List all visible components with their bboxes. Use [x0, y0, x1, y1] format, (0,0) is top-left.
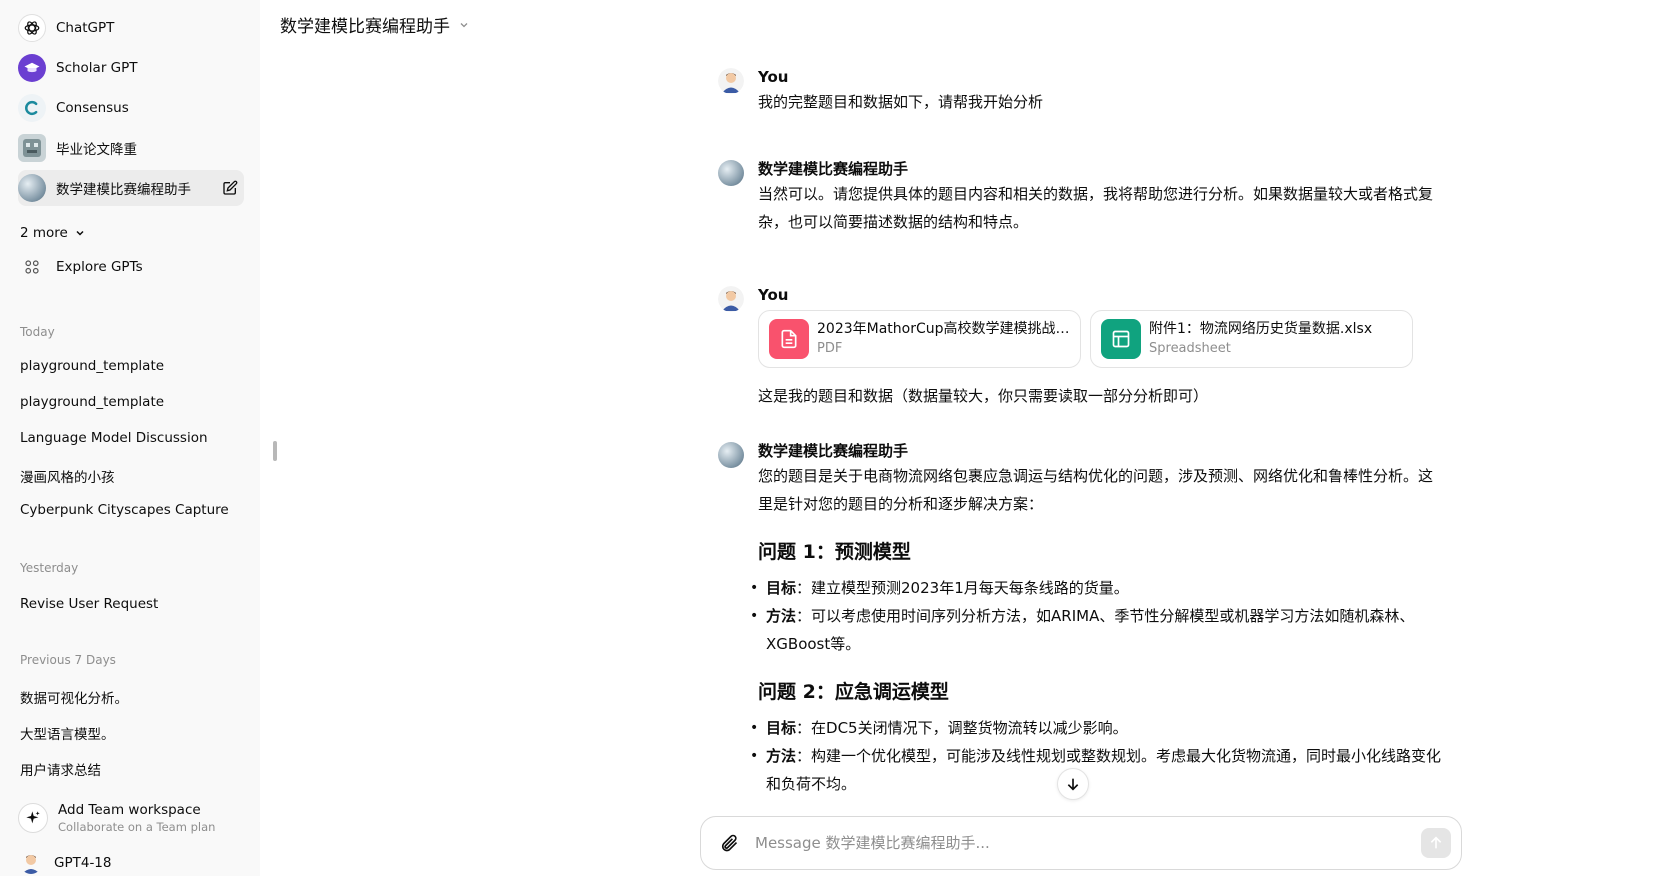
robot-avatar-icon — [18, 134, 46, 162]
user-avatar — [718, 68, 744, 94]
sidebar-item-thesis-rewrite[interactable]: 毕业论文降重 — [18, 130, 244, 166]
sidebar-item-consensus[interactable]: Consensus — [18, 90, 244, 126]
assistant-message: 数学建模比赛编程助手 您的题目是关于电商物流网络包裹应急调运与结构优化的问题，涉… — [718, 440, 1442, 798]
section-previous-7-days: Previous 7 Days — [20, 653, 116, 667]
message-text: 我的完整题目和数据如下，请帮我开始分析 — [758, 93, 1044, 111]
arrow-down-icon — [1067, 778, 1079, 791]
add-team-workspace-button[interactable]: Add Team workspace Collaborate on a Team… — [18, 796, 244, 840]
paperclip-icon[interactable] — [717, 831, 741, 855]
sidebar-resize-handle[interactable] — [273, 441, 277, 461]
list-item: 方法：构建一个优化模型，可能涉及线性规划或整数规划。考虑最大化货物流通，同时最小… — [750, 742, 1442, 798]
sidebar-item-label: Scholar GPT — [56, 60, 138, 76]
gpt-avatar-icon — [18, 174, 46, 202]
attachment-type: Spreadsheet — [1149, 341, 1231, 356]
chevron-down-icon — [76, 230, 84, 236]
scholar-cap-icon — [18, 54, 46, 82]
gpt-avatar-icon — [718, 442, 744, 468]
explore-gpts-label: Explore GPTs — [56, 259, 143, 275]
list-item: 目标：建立模型预测2023年1月每天每条线路的货量。 — [750, 574, 1442, 602]
message-input[interactable] — [755, 834, 1395, 852]
attachment-name: 2023年MathorCup高校数学建模挑战赛... — [817, 321, 1072, 337]
openai-logo-icon — [18, 14, 46, 42]
list-item: 目标：在DC5关闭情况下，调整货物流转以减少影响。 — [750, 714, 1442, 742]
message-author: 数学建模比赛编程助手 — [758, 160, 909, 178]
sidebar-item-chatgpt[interactable]: ChatGPT — [18, 10, 244, 46]
message-author: 数学建模比赛编程助手 — [758, 442, 909, 460]
attachment-type: PDF — [817, 341, 843, 356]
consensus-c-icon — [18, 94, 46, 122]
sidebar-item-label: ChatGPT — [56, 20, 115, 36]
bullet-list: 目标：在DC5关闭情况下，调整货物流转以减少影响。 方法：构建一个优化模型，可能… — [750, 714, 1442, 798]
history-item[interactable]: 漫画风格的小孩 — [20, 466, 240, 486]
history-item[interactable]: Language Model Discussion — [20, 430, 240, 446]
sparkle-icon — [18, 803, 48, 833]
message-text: 当然可以。请您提供具体的题目内容和相关的数据，我将帮助您进行分析。如果数据量较大… — [758, 185, 1434, 231]
message-text: 这是我的题目和数据（数据量较大，你只需要读取一部分分析即可） — [758, 387, 1209, 405]
document-icon — [769, 319, 809, 359]
assistant-message: 数学建模比赛编程助手 当然可以。请您提供具体的题目内容和相关的数据，我将帮助您进… — [718, 158, 1442, 236]
message-composer — [700, 816, 1462, 870]
user-avatar — [718, 286, 744, 312]
edit-icon[interactable] — [220, 178, 240, 198]
history-item[interactable]: 大型语言模型。 — [20, 723, 240, 743]
sidebar-item-label: 毕业论文降重 — [56, 142, 137, 158]
spreadsheet-icon — [1101, 319, 1141, 359]
arrow-up-icon — [1430, 836, 1442, 849]
section-heading: 问题 2：应急调运模型 — [758, 681, 949, 703]
grid-dots-icon — [18, 253, 46, 281]
gpt-avatar-icon — [718, 160, 744, 186]
attachment-spreadsheet[interactable]: 附件1：物流网络历史货量数据.xlsx Spreadsheet — [1090, 310, 1413, 368]
page-title: 数学建模比赛编程助手 — [280, 17, 450, 37]
team-subtitle: Collaborate on a Team plan — [58, 820, 216, 834]
user-message: You 2023年MathorCup高校数学建模挑战赛... PDF 附件1：物… — [718, 284, 1442, 410]
sidebar-item-label: 数学建模比赛编程助手 — [56, 182, 191, 198]
section-today: Today — [20, 325, 55, 339]
message-intro: 您的题目是关于电商物流网络包裹应急调运与结构优化的问题，涉及预测、网络优化和鲁棒… — [758, 467, 1434, 513]
avatar — [20, 852, 42, 874]
sidebar-item-math-modeling-assistant[interactable]: 数学建模比赛编程助手 — [18, 170, 244, 206]
history-item[interactable]: Revise User Request — [20, 596, 240, 612]
history-item[interactable]: playground_template — [20, 394, 240, 410]
more-label: 2 more — [20, 225, 68, 241]
message-author: You — [758, 286, 789, 304]
team-title: Add Team workspace — [58, 802, 201, 818]
history-item[interactable]: 数据可视化分析。 — [20, 687, 240, 707]
list-item: 方法：可以考虑使用时间序列分析方法，如ARIMA、季节性分解模型或机器学习方法如… — [750, 602, 1442, 658]
attachment-name: 附件1：物流网络历史货量数据.xlsx — [1149, 321, 1373, 337]
sidebar: ChatGPT Scholar GPT Consensus 毕业论文降重 数学建… — [0, 0, 260, 876]
bullet-list: 目标：建立模型预测2023年1月每天每条线路的货量。 方法：可以考虑使用时间序列… — [750, 574, 1442, 658]
history-item[interactable]: Cyberpunk Cityscapes Capture — [20, 502, 240, 518]
history-item[interactable]: playground_template — [20, 358, 240, 374]
send-button[interactable] — [1421, 828, 1451, 858]
explore-gpts-button[interactable]: Explore GPTs — [18, 249, 244, 285]
section-yesterday: Yesterday — [20, 561, 79, 575]
model-selector[interactable]: 数学建模比赛编程助手 — [280, 12, 470, 37]
sidebar-item-label: Consensus — [56, 100, 129, 116]
more-gpts-toggle[interactable]: 2 more — [20, 225, 86, 241]
section-heading: 问题 1：预测模型 — [758, 541, 911, 563]
attachment-pdf[interactable]: 2023年MathorCup高校数学建模挑战赛... PDF — [758, 310, 1081, 368]
user-message: You 我的完整题目和数据如下，请帮我开始分析 — [718, 66, 1442, 116]
user-name: GPT4-18 — [54, 855, 112, 871]
message-author: You — [758, 68, 789, 86]
scroll-to-bottom-button[interactable] — [1057, 768, 1089, 800]
history-item[interactable]: 用户请求总结 — [20, 759, 240, 779]
sidebar-item-scholar-gpt[interactable]: Scholar GPT — [18, 50, 244, 86]
user-menu[interactable]: GPT4-18 — [20, 850, 112, 876]
attachments: 2023年MathorCup高校数学建模挑战赛... PDF 附件1：物流网络历… — [758, 310, 1442, 368]
chevron-down-icon — [460, 22, 468, 27]
